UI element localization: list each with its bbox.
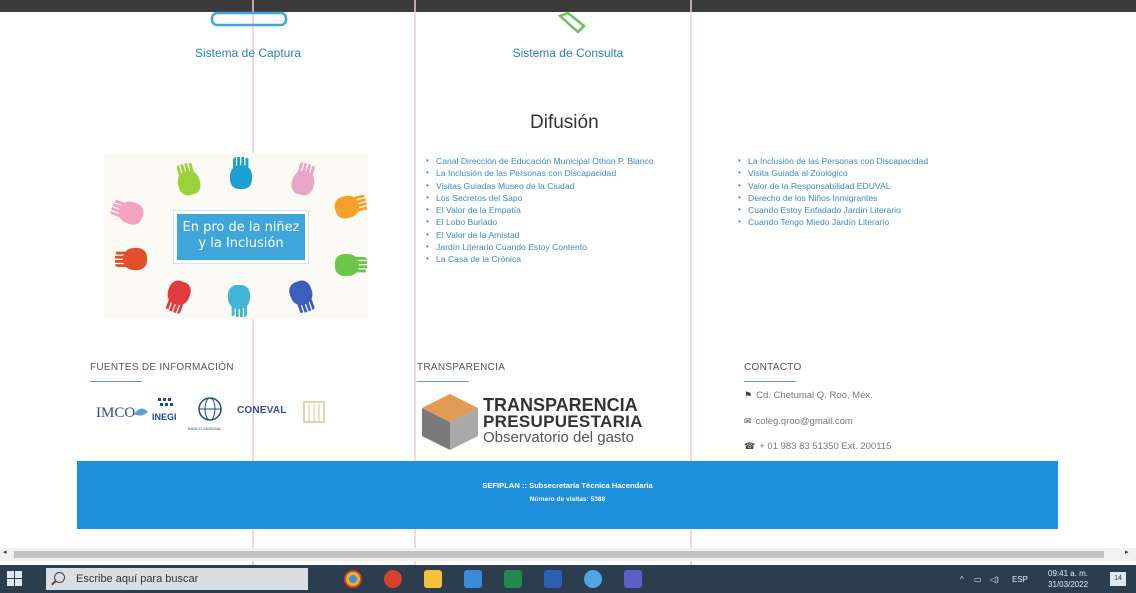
difusion-links-col1: Canal Dirección de Educación Municipal O…	[426, 155, 654, 266]
contact-phone-text: + 01 983 83 51350 Ext. 200115	[759, 441, 892, 452]
pdf-icon[interactable]	[384, 570, 402, 588]
scrollbar-thumb[interactable]	[14, 551, 1104, 558]
transparencia-logo-line3[interactable]: Observatorio del gasto	[483, 429, 634, 447]
notification-count: 14	[1114, 575, 1122, 582]
windows-taskbar: Escribe aquí para buscar ^ ▭ ◁) ESP 09:4…	[0, 565, 1136, 593]
mail-icon: ✉	[744, 416, 752, 426]
list-item[interactable]: La Casa de la Crónica	[426, 253, 654, 266]
browser-icon[interactable]	[584, 570, 602, 588]
word-icon[interactable]	[544, 570, 562, 588]
consult-system-icon[interactable]	[556, 10, 606, 36]
inegi-dots-icon	[158, 398, 173, 406]
consult-system-link[interactable]: Sistema de Consulta	[458, 46, 678, 60]
footer-title: SEFIPLAN :: Subsecretaría Técnica Hacend…	[482, 481, 653, 490]
file-explorer-icon[interactable]	[424, 570, 442, 588]
list-item[interactable]: La Inclusión de las Personas con Discapa…	[738, 155, 928, 168]
visit-counter: Número de visitas: 5388	[529, 496, 606, 503]
capture-system-link[interactable]: Sistema de Captura	[138, 46, 358, 60]
hand-icon	[230, 165, 252, 189]
hand-icon	[289, 168, 317, 198]
hand-icon	[335, 254, 359, 276]
list-item[interactable]: El Lobo Burlado	[426, 216, 654, 229]
search-icon	[54, 572, 65, 583]
chevron-up-icon[interactable]: ^	[960, 575, 964, 584]
language-indicator[interactable]: ESP	[1012, 575, 1028, 584]
fuentes-heading: FUENTES DE INFORMACIÓN	[90, 362, 234, 373]
notification-center-icon[interactable]: 14	[1110, 572, 1126, 586]
clock-date[interactable]: 31/03/2022	[1048, 580, 1088, 589]
list-item[interactable]: Visita Guiada al Zoológico	[738, 167, 928, 180]
hand-icon	[332, 193, 362, 221]
section-divider	[744, 381, 796, 382]
excel-icon[interactable]	[504, 570, 522, 588]
network-icon[interactable]: ▭	[974, 575, 982, 584]
banco-mundial-label: BANCO MUNDIAL	[188, 426, 222, 431]
section-divider	[417, 381, 469, 382]
section-divider	[90, 381, 142, 382]
clock-time[interactable]: 09:41 a. m.	[1048, 569, 1088, 578]
list-item[interactable]: Jardín Literario Cuando Estoy Contento	[426, 241, 654, 254]
list-item[interactable]: Derecho de los Niños Inmigrantes	[738, 192, 928, 205]
transparencia-heading: TRANSPARENCIA	[417, 362, 506, 373]
list-item[interactable]: Cuando Estoy Enfadado Jardín Literario	[738, 204, 928, 217]
hand-icon	[164, 277, 194, 309]
coneval-logo[interactable]: CONEVAL	[237, 405, 287, 416]
mail-icon[interactable]	[464, 570, 482, 588]
hand-icon	[228, 285, 250, 309]
scroll-right-icon[interactable]: ▸	[1125, 548, 1129, 556]
list-item[interactable]: Valor de la Responsabilidad EDUVAL	[738, 180, 928, 193]
difusion-heading: Difusión	[530, 112, 599, 133]
banco-mundial-icon[interactable]	[193, 396, 227, 426]
windows-start-button[interactable]	[6, 570, 24, 588]
site-footer: SEFIPLAN :: Subsecretaría Técnica Hacend…	[77, 461, 1058, 529]
location-icon: ⚑	[744, 390, 753, 400]
building-icon[interactable]	[300, 398, 328, 426]
hand-icon	[115, 198, 147, 228]
contact-location-text: Cd. Chetumal Q. Roo, Méx.	[756, 390, 873, 401]
taskbar-search-input[interactable]: Escribe aquí para buscar	[46, 568, 308, 590]
inegi-logo[interactable]: INEGI	[152, 412, 177, 422]
contact-location: ⚑ Cd. Chetumal Q. Roo, Méx.	[744, 390, 873, 401]
list-item[interactable]: El Valor de la Empatía	[426, 204, 654, 217]
imco-swirl-icon	[134, 408, 148, 416]
list-item[interactable]: Los Secretos del Sapo	[426, 192, 654, 205]
scroll-left-icon[interactable]: ◂	[3, 548, 7, 556]
banner-caption-line2: y la Inclusión	[198, 236, 284, 251]
hand-icon	[123, 248, 147, 270]
banner-caption-line1: En pro de la niñez	[182, 220, 300, 235]
imco-logo[interactable]: IMCO	[96, 405, 135, 422]
system-tray: ^ ▭ ◁) ESP 09:41 a. m. 31/03/2022 14	[936, 565, 1136, 593]
list-item[interactable]: Canal Dirección de Educación Municipal O…	[426, 155, 654, 168]
volume-icon[interactable]: ◁)	[990, 575, 999, 584]
hand-icon	[175, 168, 203, 198]
chrome-icon[interactable]	[344, 570, 362, 588]
difusion-links-col2: La Inclusión de las Personas con Discapa…	[738, 155, 928, 229]
capture-system-icon[interactable]	[206, 10, 292, 32]
contact-email[interactable]: ✉ coleg.qroo@gmail.com	[744, 416, 853, 427]
teams-icon[interactable]	[624, 570, 642, 588]
hand-icon	[286, 277, 316, 309]
list-item[interactable]: Cuando Tengo Miedo Jardín Literario	[738, 216, 928, 229]
list-item[interactable]: El Valor de la Amistad	[426, 229, 654, 242]
transparencia-cube-icon[interactable]	[420, 392, 480, 452]
search-placeholder: Escribe aquí para buscar	[76, 573, 199, 585]
horizontal-scrollbar[interactable]: ◂ ▸	[0, 548, 1136, 561]
banner-caption-box: En pro de la niñez y la Inclusión	[174, 211, 308, 263]
list-item[interactable]: Visitas Guiadas Museo de la Ciudad	[426, 180, 654, 193]
contact-email-text[interactable]: coleg.qroo@gmail.com	[756, 416, 853, 427]
phone-icon: ☎	[744, 441, 756, 451]
list-item[interactable]: La Inclusión de las Personas con Discapa…	[426, 167, 654, 180]
contacto-heading: CONTACTO	[744, 362, 802, 373]
contact-phone: ☎ + 01 983 83 51350 Ext. 200115	[744, 441, 891, 452]
difusion-banner-image[interactable]: En pro de la niñez y la Inclusión	[104, 153, 368, 319]
